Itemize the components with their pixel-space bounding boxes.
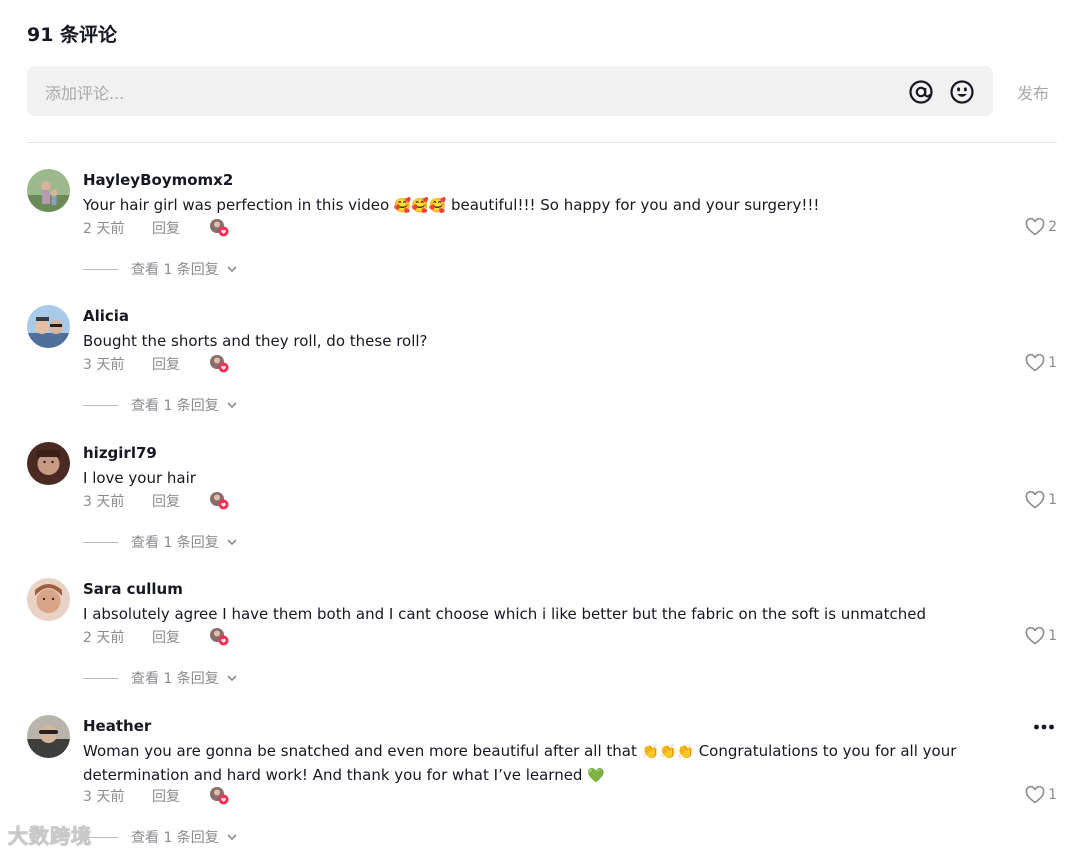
creator-liked-icon	[210, 219, 229, 237]
reply-button[interactable]: 回复	[152, 786, 208, 806]
chevron-down-icon	[227, 675, 237, 682]
like-count: 1	[1048, 628, 1057, 644]
watermark: 大数跨境	[8, 824, 92, 849]
avatar[interactable]	[27, 169, 70, 212]
comment-input[interactable]: 添加评论...	[27, 66, 993, 116]
avatar[interactable]	[27, 578, 70, 621]
chevron-down-icon	[227, 266, 237, 273]
heart-icon	[1025, 786, 1045, 804]
emoji-inline: 💚	[587, 767, 605, 784]
comment-count-title: 91 条评论	[27, 24, 118, 46]
divider	[27, 142, 1057, 143]
creator-liked-icon	[210, 355, 229, 373]
creator-liked-icon	[210, 628, 229, 646]
comment-username[interactable]: HayleyBoymomx2	[83, 171, 233, 189]
view-replies-label: 查看 1 条回复	[131, 535, 219, 551]
comment-text: Woman you are gonna be snatched and even…	[83, 740, 1058, 787]
comment-meta: 3 天前 回复	[83, 491, 230, 511]
heart-icon	[1025, 218, 1045, 236]
chevron-down-icon	[227, 539, 237, 546]
reply-button[interactable]: 回复	[152, 354, 208, 374]
comment-meta: 2 天前 回复	[83, 218, 230, 238]
post-button[interactable]: 发布	[1017, 80, 1049, 104]
comment-text: Your hair girl was perfection in this vi…	[83, 194, 1058, 218]
reply-button[interactable]: 回复	[152, 627, 208, 647]
comment-time: 2 天前	[83, 630, 125, 646]
creator-liked-icon	[210, 492, 229, 510]
like-button[interactable]: 2	[1025, 218, 1057, 236]
creator-liked-icon	[210, 787, 229, 805]
comment-input-placeholder: 添加评论...	[45, 84, 125, 103]
like-button[interactable]: 1	[1025, 354, 1057, 372]
avatar[interactable]	[27, 442, 70, 485]
more-options-icon[interactable]	[1033, 723, 1055, 731]
comment-time: 3 天前	[83, 357, 125, 373]
comment-time: 2 天前	[83, 221, 125, 237]
emoji-inline: 🥰🥰🥰	[393, 198, 447, 214]
comment-time: 3 天前	[83, 789, 125, 805]
comment-text: Bought the shorts and they roll, do thes…	[83, 332, 428, 350]
like-count: 1	[1048, 355, 1057, 371]
comment-text-part: Your hair girl was perfection in this vi…	[83, 196, 394, 214]
like-button[interactable]: 1	[1025, 627, 1057, 645]
reply-button[interactable]: 回复	[152, 218, 208, 238]
like-count: 1	[1048, 787, 1057, 803]
emoji-icon[interactable]	[949, 79, 975, 105]
comment-text-part: Woman you are gonna be snatched and even…	[83, 742, 642, 760]
divider-line	[83, 541, 118, 543]
avatar[interactable]	[27, 305, 70, 348]
comment-composer: 添加评论... 发布	[27, 66, 1057, 116]
comment-username[interactable]: Heather	[83, 717, 151, 735]
view-replies-label: 查看 1 条回复	[131, 262, 219, 278]
view-replies-label: 查看 1 条回复	[131, 398, 219, 414]
comment-text-part: beautiful!!! So happy for you and your s…	[446, 196, 820, 214]
heart-icon	[1025, 491, 1045, 509]
comment-meta: 3 天前 回复	[83, 786, 230, 806]
comment-text: I absolutely agree I have them both and …	[83, 605, 926, 623]
view-replies-button[interactable]: 查看 1 条回复	[83, 532, 238, 552]
emoji-inline: 👏👏👏	[641, 744, 694, 760]
divider-line	[83, 268, 118, 270]
like-button[interactable]: 1	[1025, 786, 1057, 804]
view-replies-button[interactable]: 查看 1 条回复	[83, 395, 238, 415]
avatar[interactable]	[27, 715, 70, 758]
comment-username[interactable]: Alicia	[83, 307, 129, 325]
view-replies-label: 查看 1 条回复	[131, 671, 219, 687]
chevron-down-icon	[227, 834, 237, 841]
comment-meta: 2 天前 回复	[83, 627, 230, 647]
comment-meta: 3 天前 回复	[83, 354, 230, 374]
heart-icon	[1025, 627, 1045, 645]
reply-button[interactable]: 回复	[152, 491, 208, 511]
like-count: 2	[1048, 219, 1057, 235]
comment-time: 3 天前	[83, 494, 125, 510]
comment-username[interactable]: hizgirl79	[83, 444, 157, 462]
view-replies-label: 查看 1 条回复	[131, 830, 219, 846]
heart-icon	[1025, 354, 1045, 372]
divider-line	[83, 677, 118, 679]
comment-text: I love your hair	[83, 469, 196, 487]
like-button[interactable]: 1	[1025, 491, 1057, 509]
at-icon[interactable]	[908, 79, 934, 105]
like-count: 1	[1048, 492, 1057, 508]
chevron-down-icon	[227, 402, 237, 409]
view-replies-button[interactable]: 查看 1 条回复	[83, 259, 238, 279]
divider-line	[83, 404, 118, 406]
comment-username[interactable]: Sara cullum	[83, 580, 183, 598]
view-replies-button[interactable]: 查看 1 条回复	[83, 668, 238, 688]
view-replies-button[interactable]: 查看 1 条回复	[83, 827, 238, 847]
